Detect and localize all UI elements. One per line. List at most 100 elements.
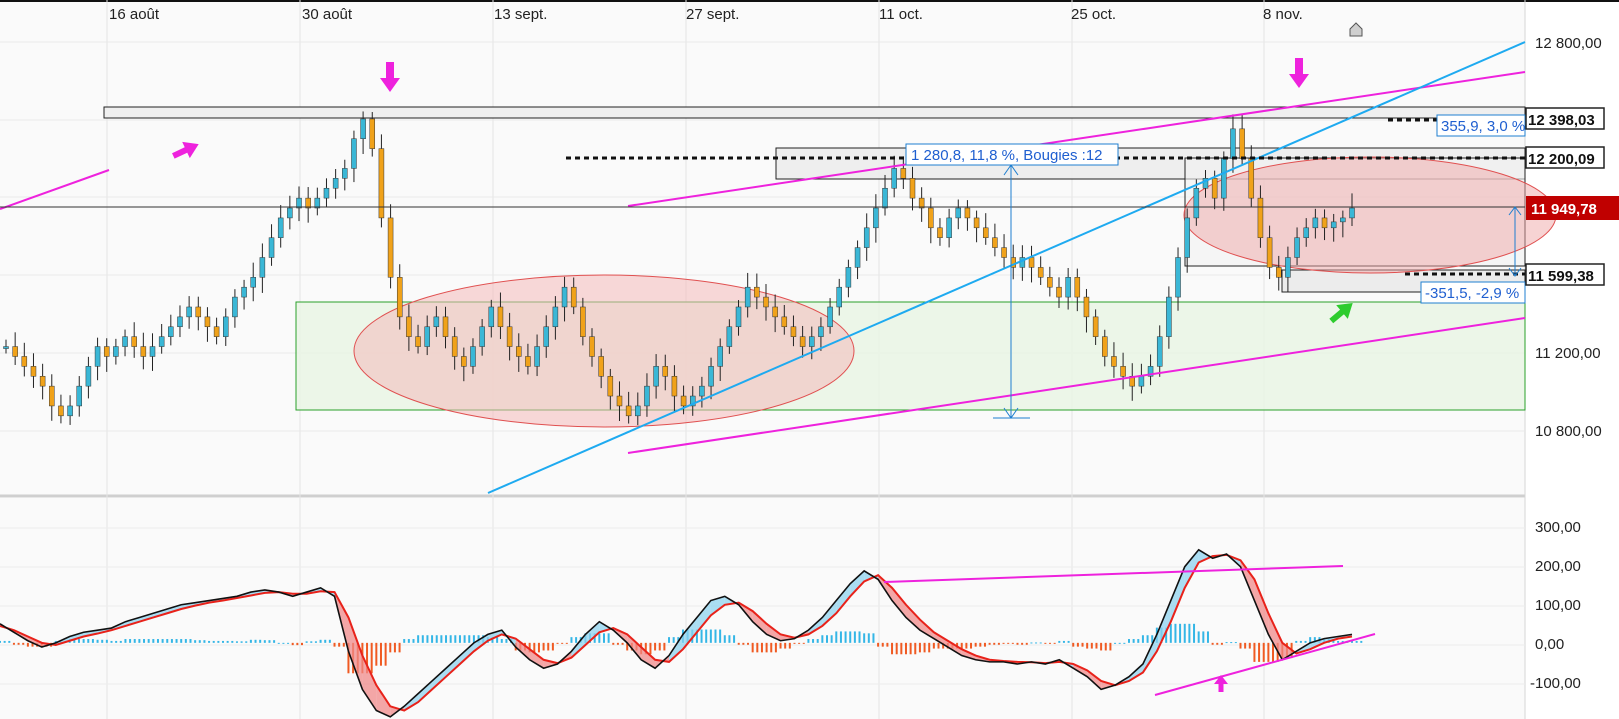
candle[interactable]: [589, 336, 595, 357]
candle[interactable]: [1001, 247, 1007, 258]
candle[interactable]: [1230, 128, 1236, 159]
candle[interactable]: [580, 306, 586, 337]
candle[interactable]: [277, 217, 284, 238]
candle[interactable]: [396, 277, 403, 318]
candle[interactable]: [735, 306, 742, 328]
candle[interactable]: [1330, 221, 1337, 229]
candle[interactable]: [1285, 257, 1291, 278]
candle[interactable]: [845, 267, 852, 288]
candle[interactable]: [131, 336, 137, 347]
candle[interactable]: [387, 217, 394, 278]
candle[interactable]: [662, 366, 669, 377]
candle[interactable]: [854, 247, 861, 268]
candle[interactable]: [570, 286, 577, 308]
candle[interactable]: [94, 346, 101, 367]
candle[interactable]: [625, 405, 632, 417]
candle[interactable]: [955, 207, 962, 219]
candle[interactable]: [186, 306, 192, 318]
candle[interactable]: [1047, 277, 1053, 288]
candle[interactable]: [534, 346, 540, 367]
candle[interactable]: [1193, 187, 1200, 219]
candle[interactable]: [1312, 217, 1319, 229]
red-ellipse-left[interactable]: [353, 274, 855, 428]
candle[interactable]: [616, 395, 623, 407]
candle[interactable]: [497, 306, 504, 328]
candle[interactable]: [1138, 376, 1145, 387]
candle[interactable]: [790, 326, 797, 337]
candle[interactable]: [113, 346, 119, 357]
candle[interactable]: [39, 376, 46, 387]
candle[interactable]: [772, 306, 778, 318]
candle[interactable]: [653, 366, 659, 387]
candle[interactable]: [406, 316, 412, 337]
candle[interactable]: [451, 336, 458, 357]
candle[interactable]: [1257, 197, 1264, 238]
candle[interactable]: [1248, 158, 1255, 199]
candle[interactable]: [158, 336, 165, 347]
candle[interactable]: [415, 336, 421, 347]
candle[interactable]: [937, 227, 943, 238]
candle[interactable]: [433, 316, 440, 328]
candle[interactable]: [717, 346, 723, 367]
candle[interactable]: [342, 168, 348, 179]
candle[interactable]: [699, 385, 705, 397]
candle[interactable]: [149, 346, 156, 357]
candle[interactable]: [982, 227, 989, 238]
candle[interactable]: [607, 376, 614, 397]
candle[interactable]: [1074, 277, 1081, 298]
candle[interactable]: [1184, 217, 1190, 258]
candle[interactable]: [195, 306, 202, 318]
candle[interactable]: [1321, 217, 1328, 229]
candle[interactable]: [1028, 257, 1035, 268]
candle[interactable]: [964, 207, 971, 219]
candle[interactable]: [223, 316, 229, 337]
candle[interactable]: [863, 227, 870, 248]
candle[interactable]: [909, 178, 916, 199]
candle[interactable]: [516, 346, 522, 357]
candle[interactable]: [360, 118, 366, 140]
candle[interactable]: [177, 316, 183, 328]
candle[interactable]: [992, 237, 998, 248]
candle[interactable]: [213, 326, 220, 337]
chart-canvas[interactable]: 16 août 30 août 13 sept. 27 sept. 11 oct…: [0, 0, 1619, 719]
candle[interactable]: [67, 405, 73, 417]
candle[interactable]: [58, 405, 64, 417]
candle[interactable]: [680, 395, 687, 407]
candle[interactable]: [1275, 267, 1282, 278]
candle[interactable]: [1303, 227, 1309, 238]
candle[interactable]: [754, 286, 760, 298]
candle[interactable]: [1211, 178, 1218, 199]
candle[interactable]: [1175, 257, 1181, 298]
candle[interactable]: [726, 326, 733, 347]
candle[interactable]: [1294, 237, 1300, 258]
candle[interactable]: [424, 326, 430, 347]
candle[interactable]: [168, 326, 174, 337]
candle[interactable]: [946, 217, 952, 238]
candle[interactable]: [259, 257, 266, 278]
candle[interactable]: [369, 118, 376, 149]
candle[interactable]: [461, 356, 467, 367]
candle[interactable]: [1349, 207, 1355, 219]
candle[interactable]: [351, 138, 357, 169]
red-ellipse-right[interactable]: [1183, 156, 1557, 274]
candle[interactable]: [1083, 296, 1090, 318]
candle[interactable]: [49, 385, 55, 407]
candle[interactable]: [378, 148, 385, 219]
candle[interactable]: [836, 286, 842, 308]
candle[interactable]: [1037, 267, 1044, 278]
candle[interactable]: [323, 187, 330, 199]
candle[interactable]: [30, 366, 37, 377]
candle[interactable]: [1266, 237, 1273, 268]
resistance-zone-top[interactable]: [103, 106, 1526, 119]
candle[interactable]: [1156, 336, 1163, 367]
candle[interactable]: [140, 346, 147, 357]
candle[interactable]: [103, 346, 110, 357]
candle[interactable]: [332, 178, 339, 189]
candle[interactable]: [232, 296, 238, 318]
candle[interactable]: [543, 326, 549, 347]
candle[interactable]: [561, 286, 568, 308]
candle[interactable]: [928, 207, 934, 229]
candle[interactable]: [506, 326, 513, 347]
candle[interactable]: [781, 316, 788, 328]
candle[interactable]: [287, 207, 293, 219]
